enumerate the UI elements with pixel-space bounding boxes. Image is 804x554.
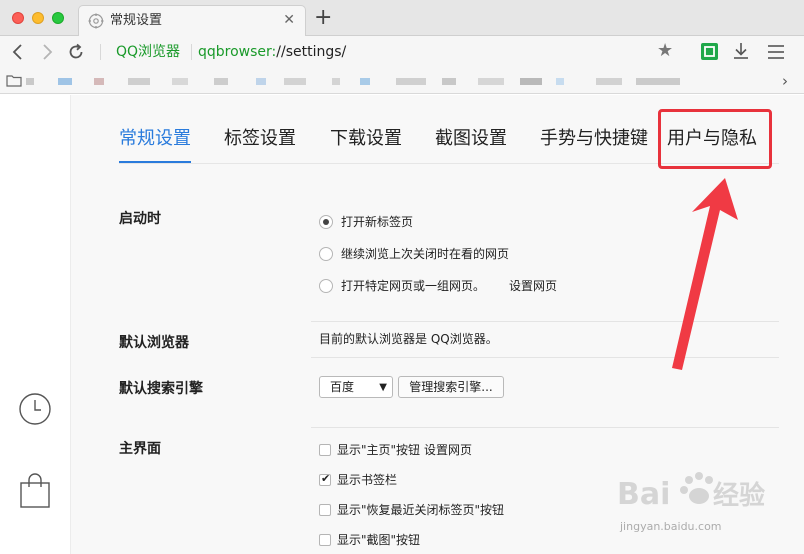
default-search-label: 默认搜索引擎 — [119, 381, 203, 397]
radio-selected[interactable] — [319, 215, 333, 229]
browser-tab-title: 常规设置 — [110, 13, 163, 28]
address-divider — [100, 44, 101, 60]
bookmark-item[interactable] — [556, 78, 564, 85]
chevron-down-icon: ▼ — [379, 382, 387, 393]
address-input[interactable]: qqbrowser://settings/ — [198, 43, 346, 61]
bookmark-item[interactable] — [214, 78, 228, 85]
bookmark-item[interactable] — [360, 78, 370, 85]
bookmark-item[interactable] — [58, 78, 72, 85]
bookmark-item[interactable] — [332, 78, 340, 85]
shopping-bag-icon[interactable] — [19, 473, 51, 509]
menu-icon[interactable] — [766, 42, 786, 62]
window-close-button[interactable] — [12, 12, 24, 24]
home-set-pages-link[interactable]: 设置网页 — [424, 442, 472, 459]
back-arrow-icon[interactable] — [8, 42, 28, 62]
watermark-url: jingyan.baidu.com — [620, 520, 722, 533]
extension-icon[interactable] — [700, 42, 719, 61]
url-scheme: qqbrowser: — [198, 44, 277, 60]
plus-icon[interactable]: + — [314, 6, 332, 30]
bookmarks-bar: › — [0, 68, 804, 94]
option-label: 显示"截图"按钮 — [337, 533, 421, 547]
set-pages-link[interactable]: 设置网页 — [509, 278, 557, 295]
clock-icon[interactable] — [18, 392, 52, 426]
bookmark-item[interactable] — [128, 78, 150, 85]
radio-unselected[interactable] — [319, 279, 333, 293]
bookmark-item[interactable] — [172, 78, 188, 85]
left-sidebar — [0, 95, 71, 554]
section-divider — [311, 427, 779, 428]
tab-screenshot[interactable]: 截图设置 — [435, 128, 507, 150]
option-label: 继续浏览上次关闭时在看的网页 — [341, 247, 510, 261]
address-divider — [191, 44, 192, 60]
bookmark-item[interactable] — [256, 78, 266, 85]
bookmark-item[interactable] — [478, 78, 504, 85]
option-label: 显示书签栏 — [337, 473, 398, 487]
settings-gear-icon — [88, 13, 104, 29]
chevron-right-icon[interactable]: › — [782, 72, 788, 90]
checkbox-checked[interactable] — [319, 472, 331, 486]
svg-text:经验: 经验 — [713, 480, 765, 511]
option-label: 显示"恢复最近关闭标签页"按钮 — [337, 503, 505, 517]
url-path: //settings/ — [276, 44, 347, 60]
annotation-highlight-box — [658, 109, 772, 169]
bookmark-item[interactable] — [442, 78, 456, 85]
address-toolbar: QQ浏览器 qqbrowser://settings/ ★ — [0, 36, 804, 68]
folder-icon[interactable] — [6, 74, 22, 87]
bookmark-item[interactable] — [284, 78, 306, 85]
annotation-arrow — [672, 178, 738, 370]
download-icon[interactable] — [731, 41, 751, 61]
tab-downloads[interactable]: 下载设置 — [330, 128, 402, 150]
close-icon[interactable]: ✕ — [283, 12, 295, 28]
bookmark-item[interactable] — [26, 78, 34, 85]
tab-strip: 常规设置 ✕ + — [0, 0, 804, 36]
default-browser-label: 默认浏览器 — [119, 335, 189, 351]
forward-arrow-icon[interactable] — [37, 42, 57, 62]
window-minimize-button[interactable] — [32, 12, 44, 24]
checkbox-unchecked[interactable] — [319, 504, 331, 516]
bookmark-item[interactable] — [396, 78, 426, 85]
checkbox-unchecked[interactable] — [319, 534, 331, 546]
tab-general[interactable]: 常规设置 — [119, 128, 191, 150]
reload-icon[interactable] — [66, 42, 86, 62]
tab-gestures-shortcuts[interactable]: 手势与快捷键 — [540, 128, 648, 150]
bookmark-item[interactable] — [94, 78, 104, 85]
site-identity[interactable]: QQ浏览器 — [116, 43, 180, 61]
bookmark-item[interactable] — [636, 78, 680, 85]
radio-unselected[interactable] — [319, 247, 333, 261]
default-browser-status: 目前的默认浏览器是 QQ浏览器。 — [319, 332, 498, 346]
search-engine-value: 百度 — [330, 380, 355, 394]
tab-tabs[interactable]: 标签设置 — [224, 128, 296, 150]
startup-label: 启动时 — [119, 211, 161, 227]
option-label: 打开新标签页 — [341, 215, 414, 229]
main-ui-label: 主界面 — [119, 441, 161, 457]
checkbox-unchecked[interactable] — [319, 444, 331, 456]
option-label: 打开特定网页或一组网页。 — [341, 279, 486, 293]
svg-text:Bai: Bai — [617, 477, 670, 512]
star-icon[interactable]: ★ — [657, 41, 673, 61]
browser-tab-settings[interactable]: 常规设置 ✕ — [78, 5, 306, 36]
manage-search-engines-button[interactable]: 管理搜索引擎... — [398, 376, 504, 398]
window-zoom-button[interactable] — [52, 12, 64, 24]
bookmark-item[interactable] — [520, 78, 542, 85]
bookmark-item[interactable] — [596, 78, 622, 85]
search-engine-select[interactable]: 百度 ▼ — [319, 376, 393, 398]
option-label: 显示"主页"按钮 — [337, 443, 421, 457]
